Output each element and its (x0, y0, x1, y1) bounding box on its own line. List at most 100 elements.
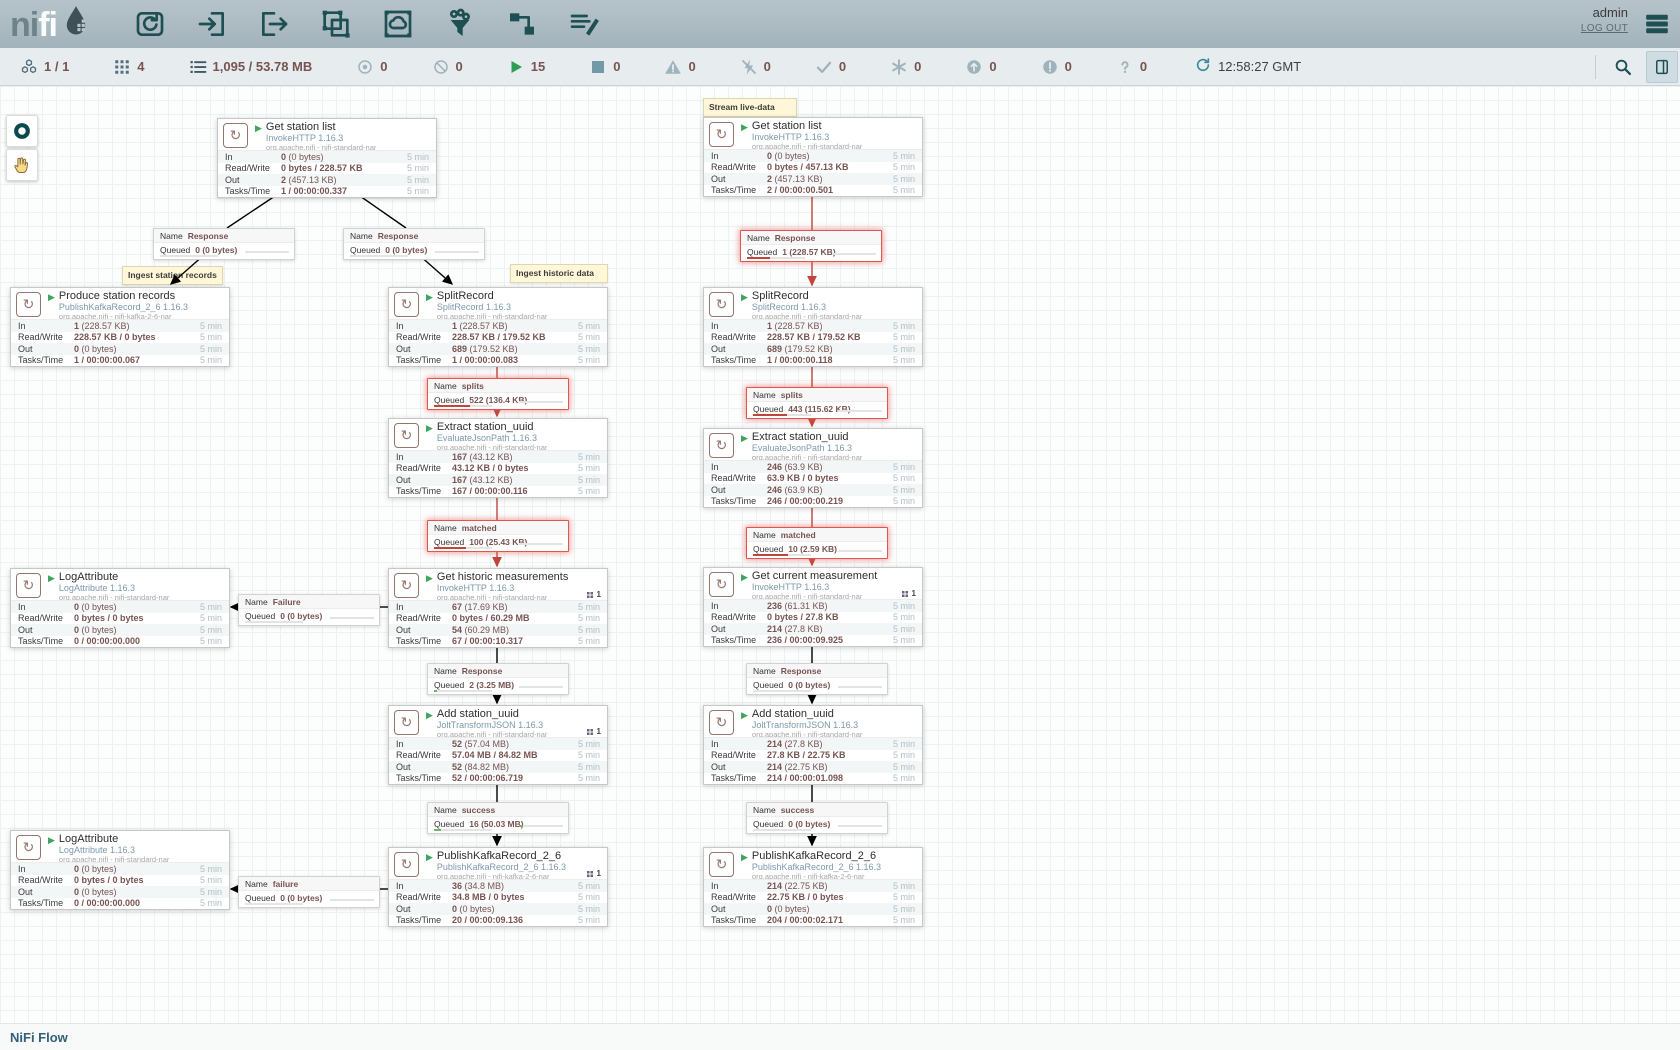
toolbar-output-port-button[interactable] (257, 7, 291, 41)
stat-row: Out689 (179.52 KB)5 min (389, 343, 607, 355)
connection-response-label[interactable]: NameResponseQueued0 (0 bytes) (343, 228, 485, 260)
operate-palette-button[interactable] (6, 149, 38, 181)
processor-logattribute[interactable]: ↻▶LogAttributeLogAttribute 1.16.3org.apa… (10, 568, 230, 648)
processor-type: InvokeHTTP 1.16.3 (752, 132, 862, 142)
processor-add-station-uuid[interactable]: ↻▶Add station_uuidJoltTransformJSON 1.16… (388, 705, 608, 785)
queue-size-bar (330, 617, 374, 619)
connection-matched-label[interactable]: NamematchedQueued100 (25.43 KB) (427, 520, 569, 552)
queue-count-bar (434, 547, 492, 549)
connection-splits-label[interactable]: NamesplitsQueued443 (115.62 KB) (746, 387, 888, 419)
queue-count-bar (434, 405, 492, 407)
queue-count-bar (753, 690, 811, 692)
processor-name: LogAttribute (59, 834, 169, 845)
connection-matched-label[interactable]: NamematchedQueued10 (2.59 KB) (746, 527, 888, 559)
processor-logattribute[interactable]: ↻▶LogAttributeLogAttribute 1.16.3org.apa… (10, 830, 230, 910)
processor-name: Get current measurement (752, 571, 877, 582)
process-group-icon (320, 8, 352, 40)
toolbar-label-button[interactable] (567, 7, 601, 41)
processor-splitrecord[interactable]: ↻▶SplitRecordSplitRecord 1.16.3org.apach… (703, 287, 923, 367)
processor-name: PublishKafkaRecord_2_6 (437, 851, 566, 862)
app-header: nifi admin LOG OUT (0, 0, 1680, 48)
processor-type: InvokeHTTP 1.16.3 (437, 583, 568, 593)
search-button[interactable] (1608, 52, 1638, 82)
processor-type-icon: ↻ (709, 122, 734, 147)
connection-success-label[interactable]: NamesuccessQueued16 (50.03 MB) (427, 802, 569, 834)
refresh-button[interactable] (1195, 57, 1211, 76)
stat-row: Read/Write228.57 KB / 0 bytes5 min (11, 332, 229, 344)
connection-splits-label[interactable]: NamesplitsQueued522 (136.4 KB) (427, 378, 569, 410)
connection-response-label[interactable]: NameResponseQueued0 (0 bytes) (746, 663, 888, 695)
queue-count-bar (434, 829, 492, 831)
processor-produce-station-records[interactable]: ↻▶Produce station recordsPublishKafkaRec… (10, 287, 230, 367)
component-toolbar (133, 7, 601, 41)
queued-count: 0 (0 bytes) (280, 611, 322, 621)
label-ingest-station-records[interactable]: Ingest station records (122, 266, 223, 285)
processor-publishkafkarecord-2-6[interactable]: ↻▶PublishKafkaRecord_2_6PublishKafkaReco… (388, 847, 608, 927)
stat-row: Read/Write228.57 KB / 179.52 KB5 min (389, 332, 607, 344)
processor-get-current-measurement[interactable]: ↻▶Get current measurementInvokeHTTP 1.16… (703, 567, 923, 647)
run-status-icon: ▶ (255, 123, 262, 151)
connection-response-label[interactable]: NameResponseQueued0 (0 bytes) (153, 228, 295, 260)
global-menu-button[interactable] (1644, 11, 1672, 37)
status-value: 0 (380, 59, 387, 74)
breadcrumb[interactable]: NiFi Flow (0, 1023, 1680, 1050)
processor-type-icon: ↻ (709, 852, 734, 877)
transmitting-icon (356, 58, 374, 76)
processor-extract-station-uuid[interactable]: ↻▶Extract station_uuidEvaluateJsonPath 1… (388, 418, 608, 498)
stat-row: Tasks/Time236 / 00:00:09.9255 min (704, 635, 922, 647)
status-queued: 1,095 / 53.78 MB (189, 58, 313, 76)
settings-panel-button[interactable] (1646, 51, 1678, 83)
navigate-palette-button[interactable] (6, 115, 38, 147)
queued-icon (189, 58, 207, 76)
run-status-icon: ▶ (48, 292, 55, 320)
stat-row: In52 (57.04 MB)5 min (389, 738, 607, 750)
toolbar-processor-button[interactable] (133, 7, 167, 41)
processor-type-icon: ↻ (394, 710, 419, 735)
connection-response-label[interactable]: NameResponseQueued2 (3.25 MB) (427, 663, 569, 695)
processor-add-station-uuid[interactable]: ↻▶Add station_uuidJoltTransformJSON 1.16… (703, 705, 923, 785)
processor-get-historic-measurements[interactable]: ↻▶Get historic measurementsInvokeHTTP 1.… (388, 568, 608, 648)
processor-get-station-list[interactable]: ↻▶Get station listInvokeHTTP 1.16.3org.a… (217, 118, 437, 198)
active-threads-badge: 1 (901, 589, 916, 598)
processor-get-station-list[interactable]: ↻▶Get station listInvokeHTTP 1.16.3org.a… (703, 117, 923, 197)
run-status-icon: ▶ (48, 573, 55, 601)
toolbar-remote-process-group-button[interactable] (381, 7, 415, 41)
queue-size-bar (519, 401, 563, 403)
connection-response-label[interactable]: NameResponseQueued1 (228.57 KB) (740, 230, 882, 262)
sync-failure-icon (1116, 58, 1134, 76)
processor-type: InvokeHTTP 1.16.3 (752, 582, 877, 592)
queue-count-bar (747, 257, 805, 259)
toolbar-input-port-button[interactable] (195, 7, 229, 41)
connection-failure-label[interactable]: NameFailureQueued0 (0 bytes) (238, 594, 380, 626)
breadcrumb-root[interactable]: NiFi Flow (10, 1030, 68, 1045)
stat-row: In167 (43.12 KB)5 min (389, 451, 607, 463)
run-status-icon: ▶ (48, 835, 55, 863)
status-value: 1 / 1 (44, 59, 69, 74)
label-stream-live-data[interactable]: Stream live-data (703, 98, 797, 117)
toolbar-process-group-button[interactable] (319, 7, 353, 41)
stat-row: Out246 (63.9 KB)5 min (704, 484, 922, 496)
stat-row: In1 (228.57 KB)5 min (704, 320, 922, 332)
status-items: 1 / 141,095 / 53.78 MB001500000000 (20, 58, 1191, 76)
nifi-logo: nifi (10, 4, 93, 45)
connection-success-label[interactable]: NamesuccessQueued0 (0 bytes) (746, 802, 888, 834)
toolbar-funnel-button[interactable] (443, 7, 477, 41)
processor-type-icon: ↻ (709, 433, 734, 458)
stat-row: Read/Write0 bytes / 60.29 MB5 min (389, 613, 607, 625)
connection-failure-label[interactable]: NamefailureQueued0 (0 bytes) (238, 876, 380, 908)
processor-splitrecord[interactable]: ↻▶SplitRecordSplitRecord 1.16.3org.apach… (388, 287, 608, 367)
status-value: 1,095 / 53.78 MB (213, 59, 313, 74)
relationship-name: Response (781, 666, 822, 676)
stat-row: Tasks/Time0 / 00:00:00.0005 min (11, 636, 229, 648)
queue-count-bar (753, 829, 811, 831)
toolbar-template-button[interactable] (505, 7, 539, 41)
flow-canvas[interactable]: Stream live-data Ingest station records In… (0, 86, 1680, 1050)
label-ingest-historic-data[interactable]: Ingest historic data (510, 264, 608, 283)
processor-publishkafkarecord-2-6[interactable]: ↻▶PublishKafkaRecord_2_6PublishKafkaReco… (703, 847, 923, 927)
processor-name: Get historic measurements (437, 572, 568, 583)
divider (1595, 55, 1596, 79)
funnel-icon (444, 8, 476, 40)
processor-extract-station-uuid[interactable]: ↻▶Extract station_uuidEvaluateJsonPath 1… (703, 428, 923, 508)
logout-link[interactable]: LOG OUT (1581, 23, 1628, 34)
queue-size-bar (838, 550, 882, 552)
